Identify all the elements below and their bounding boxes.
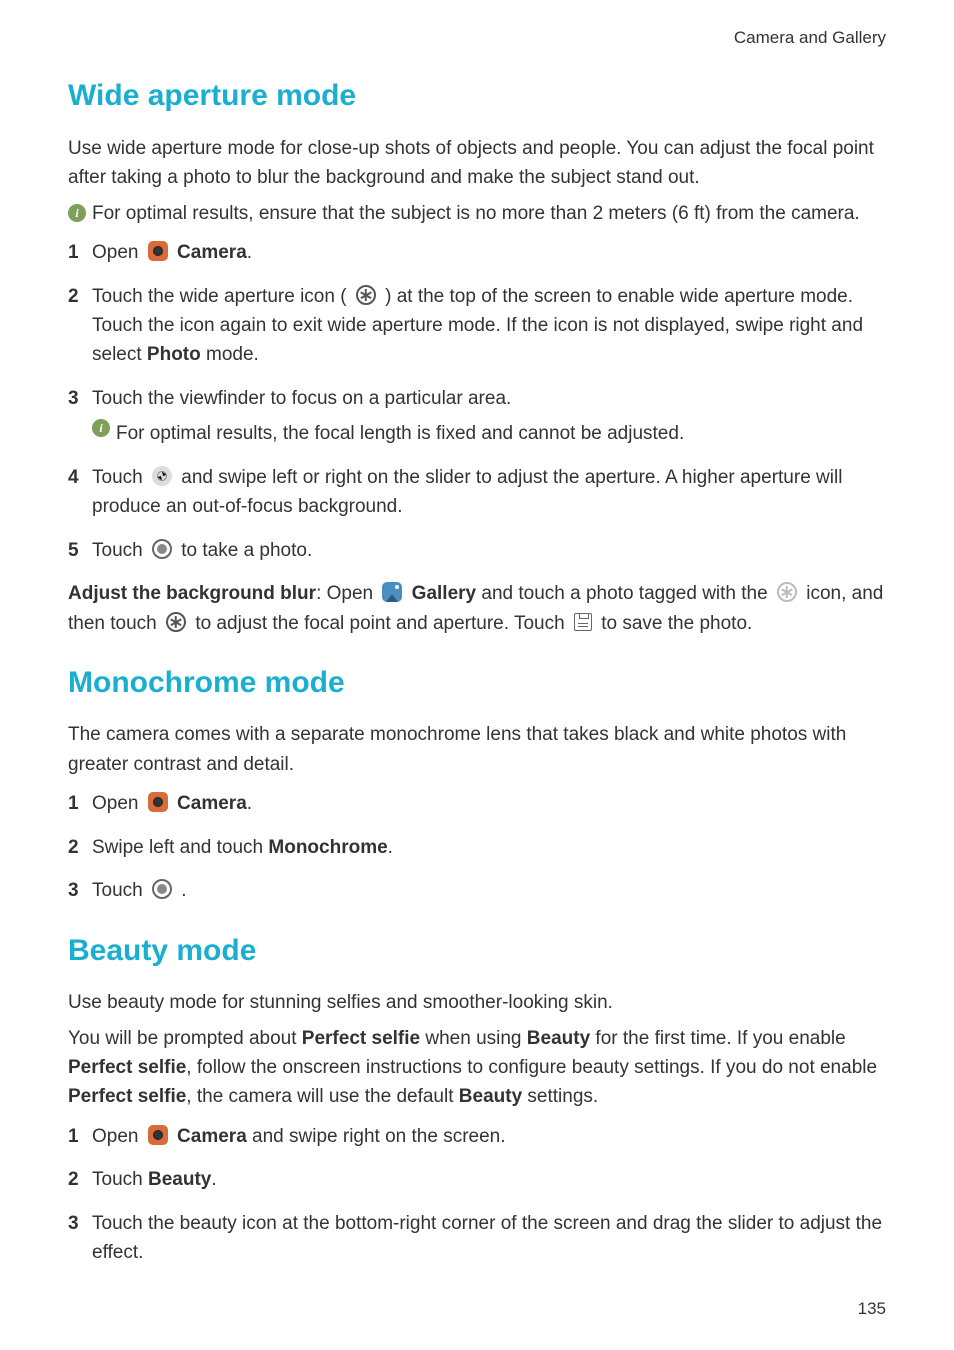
text: . [211,1169,216,1190]
step-number: 3 [68,1209,92,1268]
step-body: Swipe left and touch Monochrome. [92,833,886,862]
bold-text: Perfect selfie [68,1086,186,1107]
step-body: Open Camera and swipe right on the scree… [92,1122,886,1151]
step-number: 5 [68,536,92,565]
text: to take a photo. [181,540,312,561]
step-number: 2 [68,282,92,370]
shutter-icon [152,879,172,899]
bold-text: Beauty [527,1028,590,1049]
text: to save the photo. [601,613,752,634]
info-text: For optimal results, the focal length is… [116,419,684,448]
aperture-icon [777,582,797,602]
bold-text: Beauty [148,1169,211,1190]
text: Touch [92,467,148,488]
camera-app-icon [148,1125,168,1145]
aperture-icon [166,612,186,632]
text: when using [420,1028,527,1049]
info-text: For optimal results, ensure that the sub… [92,199,860,228]
heading-wide-aperture: Wide aperture mode [68,73,886,120]
step-number: 2 [68,833,92,862]
mono-intro: The camera comes with a separate monochr… [68,720,886,779]
adjust-blur-paragraph: Adjust the background blur: Open Gallery… [68,579,886,638]
step-body: Touch the viewfinder to focus on a parti… [92,384,886,449]
step-body: Touch the wide aperture icon ( ) at the … [92,282,886,370]
bold-text: Photo [147,344,201,365]
text: settings. [522,1086,598,1107]
bold-text: Camera [177,242,247,263]
heading-monochrome: Monochrome mode [68,660,886,707]
step-body: Touch to take a photo. [92,536,886,565]
step-number: 1 [68,789,92,818]
aperture-icon [356,285,376,305]
step-body: Open Camera. [92,238,886,267]
text: Touch the beauty icon at the bottom-righ… [92,1213,882,1263]
bold-text: Perfect selfie [68,1057,186,1078]
text: and touch a photo tagged with the [481,583,773,604]
step-number: 3 [68,384,92,449]
text: , the camera will use the default [186,1086,458,1107]
camera-app-icon [148,241,168,261]
info-icon: i [68,204,86,222]
text: . [247,793,252,814]
text: Open [92,1126,144,1147]
bold-text: Camera [177,793,247,814]
save-icon [574,613,592,631]
step-body: Touch the beauty icon at the bottom-righ… [92,1209,886,1268]
beauty-perfect-selfie: You will be prompted about Perfect selfi… [68,1024,886,1112]
aperture-setting-icon [152,466,172,486]
bold-text: Beauty [459,1086,522,1107]
step-body: Touch . [92,876,886,905]
bold-text: Monochrome [268,837,387,858]
heading-beauty: Beauty mode [68,928,886,975]
text: . [388,837,393,858]
text: for the first time. If you enable [590,1028,846,1049]
step-body: Touch Beauty. [92,1165,886,1194]
info-icon: i [92,419,110,437]
step-number: 4 [68,463,92,522]
wide-intro: Use wide aperture mode for close-up shot… [68,134,886,193]
text: Open [92,793,144,814]
text: . [247,242,252,263]
step-body: Touch and swipe left or right on the sli… [92,463,886,522]
text: You will be prompted about [68,1028,302,1049]
text: Swipe left and touch [92,837,268,858]
step-body: Open Camera. [92,789,886,818]
page-number: 135 [858,1296,886,1322]
step-number: 3 [68,876,92,905]
info-note: i For optimal results, ensure that the s… [68,199,886,228]
bold-text: Gallery [412,583,476,604]
text: to adjust the focal point and aperture. … [195,613,570,634]
shutter-icon [152,539,172,559]
step-number: 1 [68,1122,92,1151]
bold-text: Camera [177,1126,247,1147]
text: Touch [92,540,148,561]
text: Touch [92,880,148,901]
beauty-intro: Use beauty mode for stunning selfies and… [68,988,886,1017]
text: and swipe right on the screen. [247,1126,506,1147]
header-section: Camera and Gallery [68,25,886,51]
text: Open [92,242,144,263]
text: , follow the onscreen instructions to co… [186,1057,877,1078]
bold-text: Adjust the background blur [68,583,316,604]
text: : Open [316,583,378,604]
text: Touch the viewfinder to focus on a parti… [92,388,511,409]
step-number: 1 [68,238,92,267]
step-number: 2 [68,1165,92,1194]
text: Touch the wide aperture icon ( [92,286,352,307]
text: and swipe left or right on the slider to… [92,467,842,517]
text: mode. [206,344,259,365]
text: . [181,880,186,901]
text: Touch [92,1169,148,1190]
gallery-app-icon [382,582,402,602]
bold-text: Perfect selfie [302,1028,420,1049]
camera-app-icon [148,792,168,812]
